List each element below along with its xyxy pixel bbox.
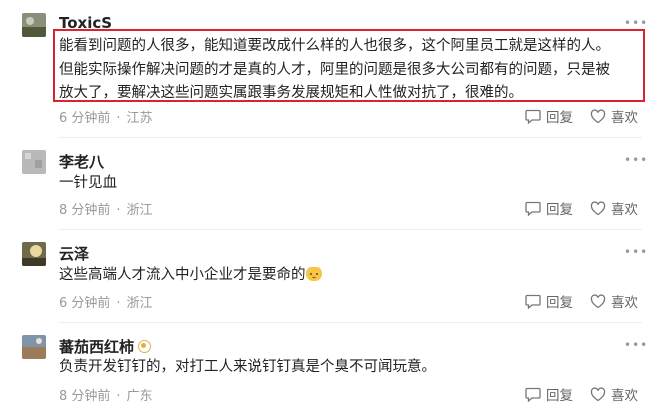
reply-label: 回复 <box>546 388 573 404</box>
comment-line: 负责开发钉钉的，对打工人来说钉钉真是个臭不可闻玩意。 <box>59 359 436 375</box>
username[interactable]: 云泽 <box>59 243 89 264</box>
comment-line: 一针见血 <box>59 175 117 191</box>
username[interactable]: 蕃茄西红柿 <box>59 336 152 357</box>
reply-button[interactable]: 回复 <box>525 198 573 218</box>
timestamp: 8 分钟前 <box>59 203 111 218</box>
comment-meta: 6 分钟前 · 浙江 <box>59 292 153 311</box>
comment-text: 负责开发钉钉的，对打工人来说钉钉真是个臭不可闻玩意。 <box>59 356 436 380</box>
comment-bubble-icon <box>525 294 541 309</box>
reply-button[interactable]: 回复 <box>525 384 573 404</box>
timestamp: 6 分钟前 <box>59 296 111 311</box>
reply-label: 回复 <box>546 295 573 311</box>
more-options-icon[interactable]: ••• <box>624 338 648 352</box>
more-options-icon[interactable]: ••• <box>624 245 648 259</box>
location: 浙江 <box>126 203 153 218</box>
location: 浙江 <box>126 296 153 311</box>
heart-icon <box>590 386 606 401</box>
divider <box>59 322 642 323</box>
timestamp: 6 分钟前 <box>59 111 111 126</box>
comment-bubble-icon <box>525 201 541 216</box>
like-button[interactable]: 喜欢 <box>590 198 638 218</box>
heart-icon <box>590 293 606 308</box>
highlight-box <box>53 29 645 102</box>
comment-text: 一针见血 <box>59 172 117 196</box>
comment-bubble-icon <box>525 387 541 402</box>
like-label: 喜欢 <box>611 202 638 218</box>
comment-meta: 8 分钟前 · 广东 <box>59 385 153 404</box>
comment-text: 这些高端人才流入中小企业才是要命的 <box>59 264 322 288</box>
username-text: 蕃茄西红柿 <box>59 338 135 356</box>
comment-line-text: 这些高端人才流入中小企业才是要命的 <box>59 267 306 283</box>
comment-meta: 6 分钟前 · 江苏 <box>59 107 153 126</box>
avatar[interactable] <box>22 150 46 174</box>
gold-badge-icon <box>138 340 152 353</box>
like-label: 喜欢 <box>611 110 638 126</box>
like-button[interactable]: 喜欢 <box>590 106 638 126</box>
avatar[interactable] <box>22 242 46 266</box>
comment-bubble-icon <box>525 109 541 124</box>
more-options-icon[interactable]: ••• <box>624 153 648 167</box>
reply-label: 回复 <box>546 110 573 126</box>
reply-button[interactable]: 回复 <box>525 106 573 126</box>
like-label: 喜欢 <box>611 295 638 311</box>
more-options-icon[interactable]: ••• <box>624 16 648 30</box>
separator: · <box>116 203 121 218</box>
like-button[interactable]: 喜欢 <box>590 291 638 311</box>
heart-icon <box>590 200 606 215</box>
location: 江苏 <box>126 111 153 126</box>
separator: · <box>116 111 121 126</box>
divider <box>59 137 642 138</box>
comment-meta: 8 分钟前 · 浙江 <box>59 199 153 218</box>
like-button[interactable]: 喜欢 <box>590 384 638 404</box>
heart-icon <box>590 108 606 123</box>
username[interactable]: 李老八 <box>59 151 104 172</box>
avatar[interactable] <box>22 13 46 37</box>
timestamp: 8 分钟前 <box>59 389 111 404</box>
comment-line: 这些高端人才流入中小企业才是要命的 <box>59 264 322 288</box>
separator: · <box>116 296 121 311</box>
cat-face-emoji-icon <box>305 267 322 281</box>
avatar[interactable] <box>22 335 46 359</box>
separator: · <box>116 389 121 404</box>
like-label: 喜欢 <box>611 388 638 404</box>
divider <box>59 229 642 230</box>
reply-button[interactable]: 回复 <box>525 291 573 311</box>
reply-label: 回复 <box>546 202 573 218</box>
location: 广东 <box>126 389 153 404</box>
